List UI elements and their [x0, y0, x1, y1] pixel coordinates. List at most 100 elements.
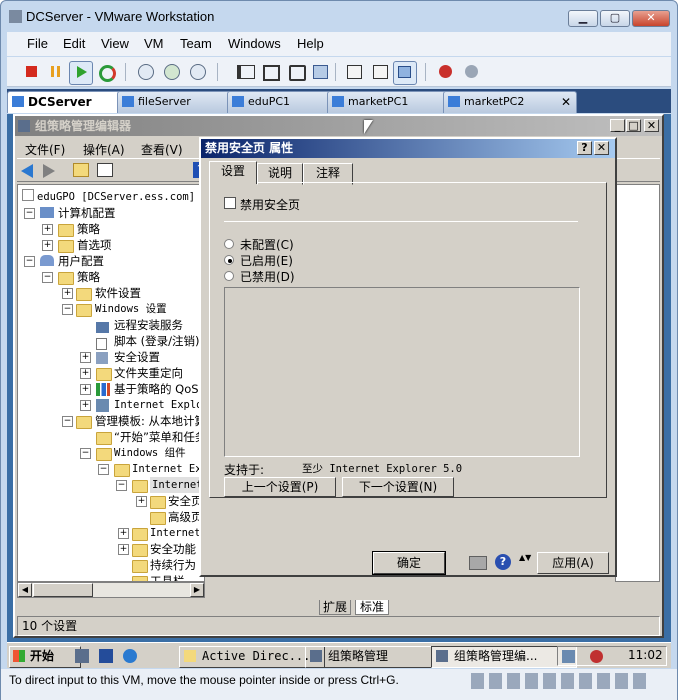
- gpo-close-button[interactable]: ✕: [644, 119, 659, 132]
- up-folder-icon[interactable]: [73, 163, 89, 177]
- gpo-menu-file[interactable]: 文件(F): [25, 141, 65, 158]
- task-gpo-editor[interactable]: 组策略管理编...: [431, 646, 577, 668]
- tree-horizontal-scrollbar[interactable]: ◀ ▶: [17, 582, 205, 598]
- expand-icon[interactable]: +: [62, 288, 73, 299]
- tree-item-ie-maintenance[interactable]: Internet Explorer: [114, 397, 204, 413]
- collapse-icon[interactable]: −: [24, 208, 35, 219]
- chevron-icon[interactable]: ▲▼: [519, 554, 531, 570]
- collapse-icon[interactable]: −: [62, 416, 73, 427]
- collapse-icon[interactable]: −: [62, 304, 73, 315]
- menu-windows[interactable]: Windows: [228, 36, 281, 51]
- tree-item-computer-config[interactable]: 计算机配置: [40, 205, 116, 221]
- forward-arrow-icon[interactable]: [43, 164, 55, 178]
- gpo-menu-view[interactable]: 查看(V): [141, 141, 183, 158]
- dialog-close-button[interactable]: ✕: [594, 141, 609, 155]
- quick-switch-icon[interactable]: [259, 61, 281, 83]
- collapse-icon[interactable]: −: [24, 256, 35, 267]
- revert-snapshot-icon[interactable]: [161, 61, 183, 83]
- tab-marketpc1[interactable]: marketPC1✕: [327, 91, 461, 113]
- minimize-button[interactable]: ▁: [568, 10, 598, 27]
- tree-item-scripts[interactable]: 脚本 (登录/注销): [114, 333, 200, 349]
- scroll-right-icon[interactable]: ▶: [190, 583, 204, 597]
- radio-not-configured[interactable]: [224, 239, 234, 249]
- tree-item-user-policies[interactable]: 策略: [77, 269, 100, 285]
- radio-disabled[interactable]: [224, 271, 234, 281]
- tree-item-persistence[interactable]: 持续行为: [150, 557, 196, 573]
- server-manager-icon[interactable]: [75, 649, 89, 663]
- thumbnail-view-icon[interactable]: [369, 61, 391, 83]
- start-button[interactable]: 开始: [9, 646, 81, 668]
- previous-setting-button[interactable]: 上一个设置(P): [224, 477, 336, 497]
- task-gpo-management[interactable]: 组策略管理: [305, 646, 451, 668]
- tab-extended[interactable]: 扩展: [319, 600, 352, 615]
- gpo-minimize-button[interactable]: _: [610, 119, 625, 132]
- guest-screen[interactable]: 组策略管理编辑器 _ □ ✕ 文件(F) 操作(A) 查看(V) ? eduGP…: [7, 114, 671, 668]
- snapshot-icon[interactable]: [135, 61, 157, 83]
- menu-view[interactable]: View: [101, 36, 129, 51]
- task-active-directory[interactable]: Active Direc...: [179, 646, 325, 668]
- tab-setting[interactable]: 设置: [209, 161, 257, 184]
- tab-fileserver[interactable]: fileServer✕: [117, 91, 245, 113]
- dialog-help-button[interactable]: ?: [577, 141, 592, 155]
- next-setting-button[interactable]: 下一个设置(N): [342, 477, 454, 497]
- apply-button[interactable]: 应用(A): [537, 552, 609, 574]
- snapshot-manager-icon[interactable]: [187, 61, 209, 83]
- collapse-icon[interactable]: −: [42, 272, 53, 283]
- expand-icon[interactable]: +: [80, 368, 91, 379]
- tree-item-policies[interactable]: 策略: [77, 221, 100, 237]
- network-error-icon[interactable]: [590, 650, 603, 663]
- collapse-icon[interactable]: −: [116, 480, 127, 491]
- unity-icon[interactable]: [309, 61, 331, 83]
- scroll-left-icon[interactable]: ◀: [18, 583, 32, 597]
- maximize-button[interactable]: ▢: [600, 10, 630, 27]
- power-on-icon[interactable]: [69, 61, 93, 85]
- tree-item-software-settings[interactable]: 软件设置: [95, 285, 141, 301]
- expand-icon[interactable]: +: [80, 384, 91, 395]
- tree-item-start-menu[interactable]: “开始”菜单和任务栏: [114, 429, 204, 445]
- tree-item-qos[interactable]: 基于策略的 QoS: [114, 381, 199, 397]
- network-icon[interactable]: [562, 650, 575, 663]
- gpo-maximize-button[interactable]: □: [626, 119, 641, 132]
- power-off-icon[interactable]: [21, 61, 43, 83]
- expand-icon[interactable]: +: [118, 528, 129, 539]
- collapse-icon[interactable]: −: [98, 464, 109, 475]
- expand-icon[interactable]: +: [118, 544, 129, 555]
- scroll-thumb[interactable]: [33, 583, 93, 597]
- tree-item-windows-components[interactable]: Windows 组件: [114, 445, 186, 461]
- menu-edit[interactable]: Edit: [63, 36, 85, 51]
- tree-item-security-features[interactable]: 安全功能: [150, 541, 196, 557]
- menu-vm[interactable]: VM: [144, 36, 164, 51]
- tree-item-internet-explorer[interactable]: Internet Explorer: [132, 461, 204, 477]
- tree-item-folder-redirection[interactable]: 文件夹重定向: [114, 365, 183, 381]
- tree-item-remote-install[interactable]: 远程安装服务: [114, 317, 183, 333]
- menu-team[interactable]: Team: [180, 36, 212, 51]
- expand-icon[interactable]: +: [42, 224, 53, 235]
- tab-marketpc2[interactable]: marketPC2 ✕: [443, 91, 577, 113]
- tree-item-advanced-page[interactable]: 高级页: [168, 509, 203, 525]
- expand-icon[interactable]: +: [136, 496, 147, 507]
- close-button[interactable]: ✕: [632, 10, 670, 27]
- keyboard-icon[interactable]: [469, 556, 487, 570]
- full-screen-icon[interactable]: [285, 61, 307, 83]
- close-tab-icon[interactable]: ✕: [561, 92, 571, 112]
- tree-item-user-config[interactable]: 用户配置: [40, 253, 104, 269]
- collapse-icon[interactable]: −: [80, 448, 91, 459]
- tree-item-security-page[interactable]: 安全页: [168, 493, 203, 509]
- show-sidebar-icon[interactable]: [233, 61, 255, 83]
- ie-icon[interactable]: [123, 649, 137, 663]
- ok-button[interactable]: 确定: [372, 551, 446, 575]
- expand-icon[interactable]: +: [42, 240, 53, 251]
- reset-icon[interactable]: [95, 61, 117, 83]
- tree-root[interactable]: eduGPO [DCServer.ess.com] 策: [22, 189, 204, 205]
- menu-help[interactable]: Help: [297, 36, 324, 51]
- team-settings-icon[interactable]: [461, 61, 483, 83]
- tree-item-internet-settings[interactable]: Internet 设置: [150, 525, 204, 541]
- tab-standard[interactable]: 标准: [355, 600, 390, 615]
- console-view-icon[interactable]: [343, 61, 365, 83]
- back-arrow-icon[interactable]: [21, 164, 33, 178]
- expand-icon[interactable]: +: [80, 400, 91, 411]
- team-power-icon[interactable]: [435, 61, 457, 83]
- radio-enabled[interactable]: [224, 255, 234, 265]
- tree-item-preferences[interactable]: 首选项: [77, 237, 112, 253]
- powershell-icon[interactable]: [99, 649, 113, 663]
